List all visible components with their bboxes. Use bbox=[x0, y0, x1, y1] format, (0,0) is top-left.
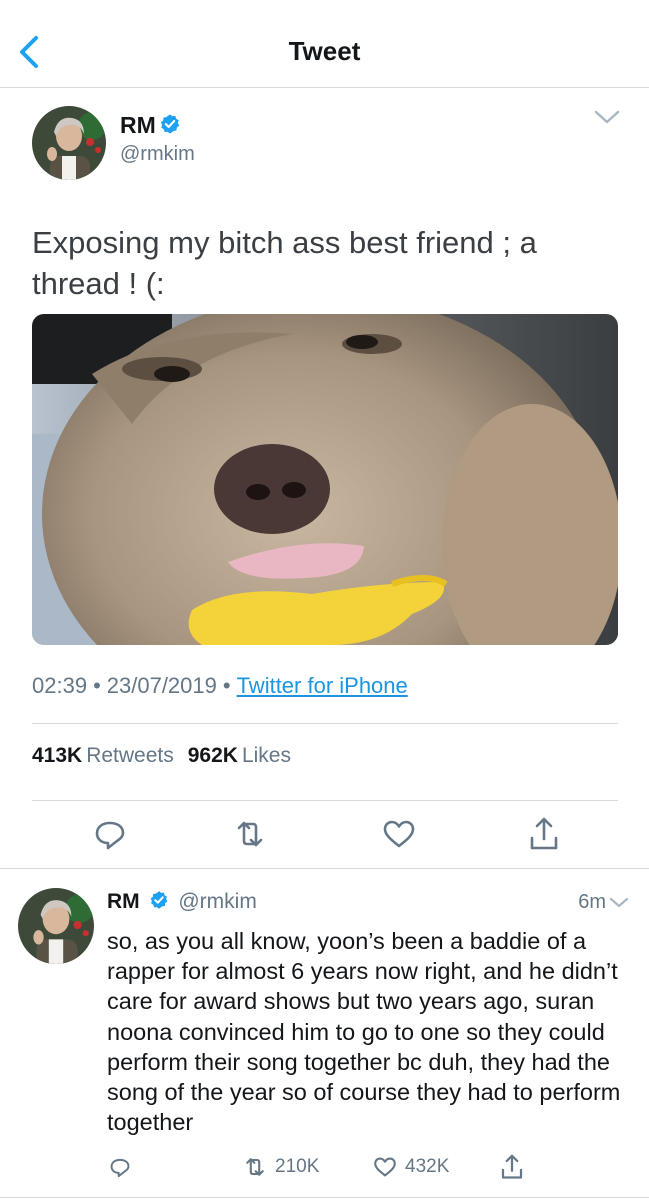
reply-retweet-button[interactable]: 210K bbox=[241, 1150, 319, 1184]
tweet-source-link[interactable]: Twitter for iPhone bbox=[237, 673, 408, 698]
verified-badge-icon bbox=[150, 891, 167, 909]
retweet-icon bbox=[246, 1158, 264, 1176]
tweet-action-bar bbox=[32, 814, 618, 854]
reply-author-handle[interactable]: @rmkim bbox=[178, 890, 256, 913]
reply-icon bbox=[95, 821, 125, 850]
tweet-text: Exposing my bitch ass best friend ; a th… bbox=[32, 225, 537, 301]
retweet-button[interactable] bbox=[230, 814, 270, 854]
reply-like-count: 432K bbox=[405, 1156, 450, 1177]
reply-share-button[interactable] bbox=[497, 1150, 527, 1184]
tweet-time: 02:39 bbox=[32, 673, 88, 698]
dog-photo bbox=[32, 314, 618, 645]
like-button[interactable] bbox=[379, 814, 419, 854]
reply-like-button[interactable]: 432K bbox=[371, 1150, 449, 1184]
tweet-media-image[interactable] bbox=[32, 314, 618, 645]
separator-dot: • bbox=[93, 673, 101, 698]
author-handle[interactable]: @rmkim bbox=[120, 143, 195, 166]
reply-retweet-count: 210K bbox=[275, 1156, 320, 1177]
tweet-stats: 413K Retweets 962K Likes bbox=[32, 744, 305, 768]
reply-text: so, as you all know, yoon’s been a baddi… bbox=[107, 928, 621, 1136]
reply-timestamp: 6m bbox=[578, 891, 606, 913]
likes-label[interactable]: Likes bbox=[242, 744, 291, 767]
tweet-date: 23/07/2019 bbox=[106, 673, 217, 698]
separator-dot: • bbox=[222, 673, 231, 698]
heart-icon bbox=[374, 1157, 396, 1177]
author-name[interactable]: RM bbox=[120, 112, 181, 139]
retweet-icon bbox=[237, 821, 263, 847]
chevron-down-icon bbox=[609, 897, 629, 908]
tweet-header: RM @rmkim bbox=[32, 106, 622, 186]
likes-count[interactable]: 962K bbox=[188, 744, 238, 767]
share-button[interactable] bbox=[524, 814, 564, 854]
avatar[interactable] bbox=[32, 106, 106, 180]
reply-menu-button[interactable] bbox=[608, 894, 630, 912]
divider bbox=[0, 868, 649, 869]
reply-reply-button[interactable] bbox=[107, 1150, 133, 1184]
avatar[interactable] bbox=[18, 888, 94, 964]
heart-icon bbox=[383, 820, 415, 848]
chevron-down-icon bbox=[594, 110, 620, 124]
share-icon bbox=[530, 817, 558, 850]
verified-badge-icon bbox=[160, 114, 179, 134]
reply-button[interactable] bbox=[90, 814, 130, 854]
share-icon bbox=[501, 1154, 523, 1179]
reply-icon bbox=[110, 1158, 130, 1178]
reply-header: RM @rmkim bbox=[107, 890, 257, 914]
retweets-count[interactable]: 413K bbox=[32, 744, 82, 767]
reply-action-bar: 210K 432K bbox=[107, 1150, 537, 1184]
divider bbox=[0, 1197, 649, 1198]
navbar: Tweet bbox=[0, 0, 649, 88]
tweet-meta: 02:39 • 23/07/2019 • Twitter for iPhone bbox=[32, 673, 408, 699]
retweets-label[interactable]: Retweets bbox=[86, 744, 174, 767]
reply-author-name[interactable]: RM bbox=[107, 890, 140, 913]
page-title: Tweet bbox=[288, 36, 361, 66]
divider bbox=[32, 800, 618, 801]
tweet-menu-button[interactable] bbox=[592, 106, 622, 130]
divider bbox=[32, 723, 618, 724]
